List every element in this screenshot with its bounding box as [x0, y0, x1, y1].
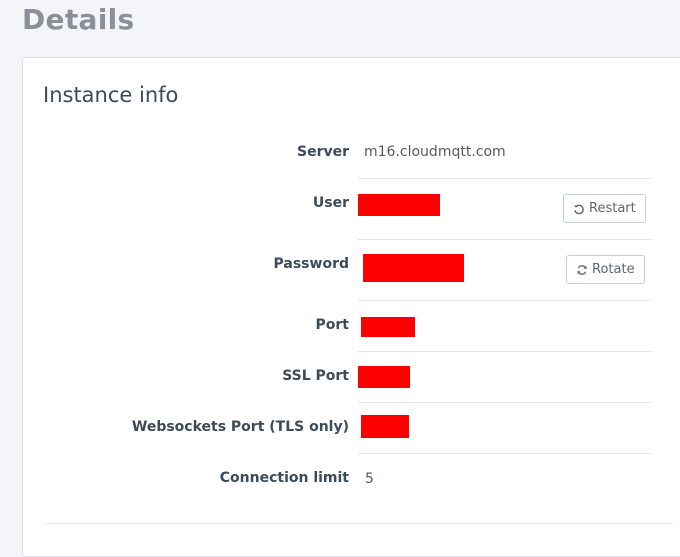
ssl-port-label: SSL Port: [282, 368, 349, 384]
server-value: m16.cloudmqtt.com: [364, 144, 506, 160]
connection-limit-value: 5: [365, 471, 374, 487]
divider: [358, 402, 651, 403]
divider: [358, 351, 651, 352]
password-label: Password: [273, 256, 349, 272]
password-value-redacted: [363, 254, 464, 282]
page-title: Details: [22, 3, 135, 36]
divider: [358, 239, 651, 240]
rotate-button[interactable]: Rotate: [566, 255, 645, 284]
user-value-redacted: [358, 194, 440, 216]
websockets-port-label: Websockets Port (TLS only): [131, 419, 349, 435]
websockets-port-value-redacted: [361, 415, 409, 438]
divider: [358, 300, 651, 301]
user-label: User: [312, 195, 349, 211]
section-divider: [45, 523, 673, 524]
ssl-port-value-redacted: [358, 366, 410, 388]
port-value-redacted: [361, 317, 415, 337]
restart-button-label: Restart: [589, 201, 636, 216]
connection-limit-label: Connection limit: [219, 470, 349, 486]
refresh-icon: [577, 264, 587, 275]
divider: [358, 178, 651, 179]
rotate-button-label: Rotate: [592, 262, 635, 277]
server-label: Server: [296, 144, 349, 160]
restart-button[interactable]: Restart: [563, 194, 646, 223]
rotate-ccw-icon: [573, 204, 584, 214]
divider: [358, 453, 651, 454]
card-title: Instance info: [43, 83, 179, 107]
instance-info-card: Instance info Server m16.cloudmqtt.com U…: [22, 57, 680, 557]
port-label: Port: [315, 317, 349, 333]
